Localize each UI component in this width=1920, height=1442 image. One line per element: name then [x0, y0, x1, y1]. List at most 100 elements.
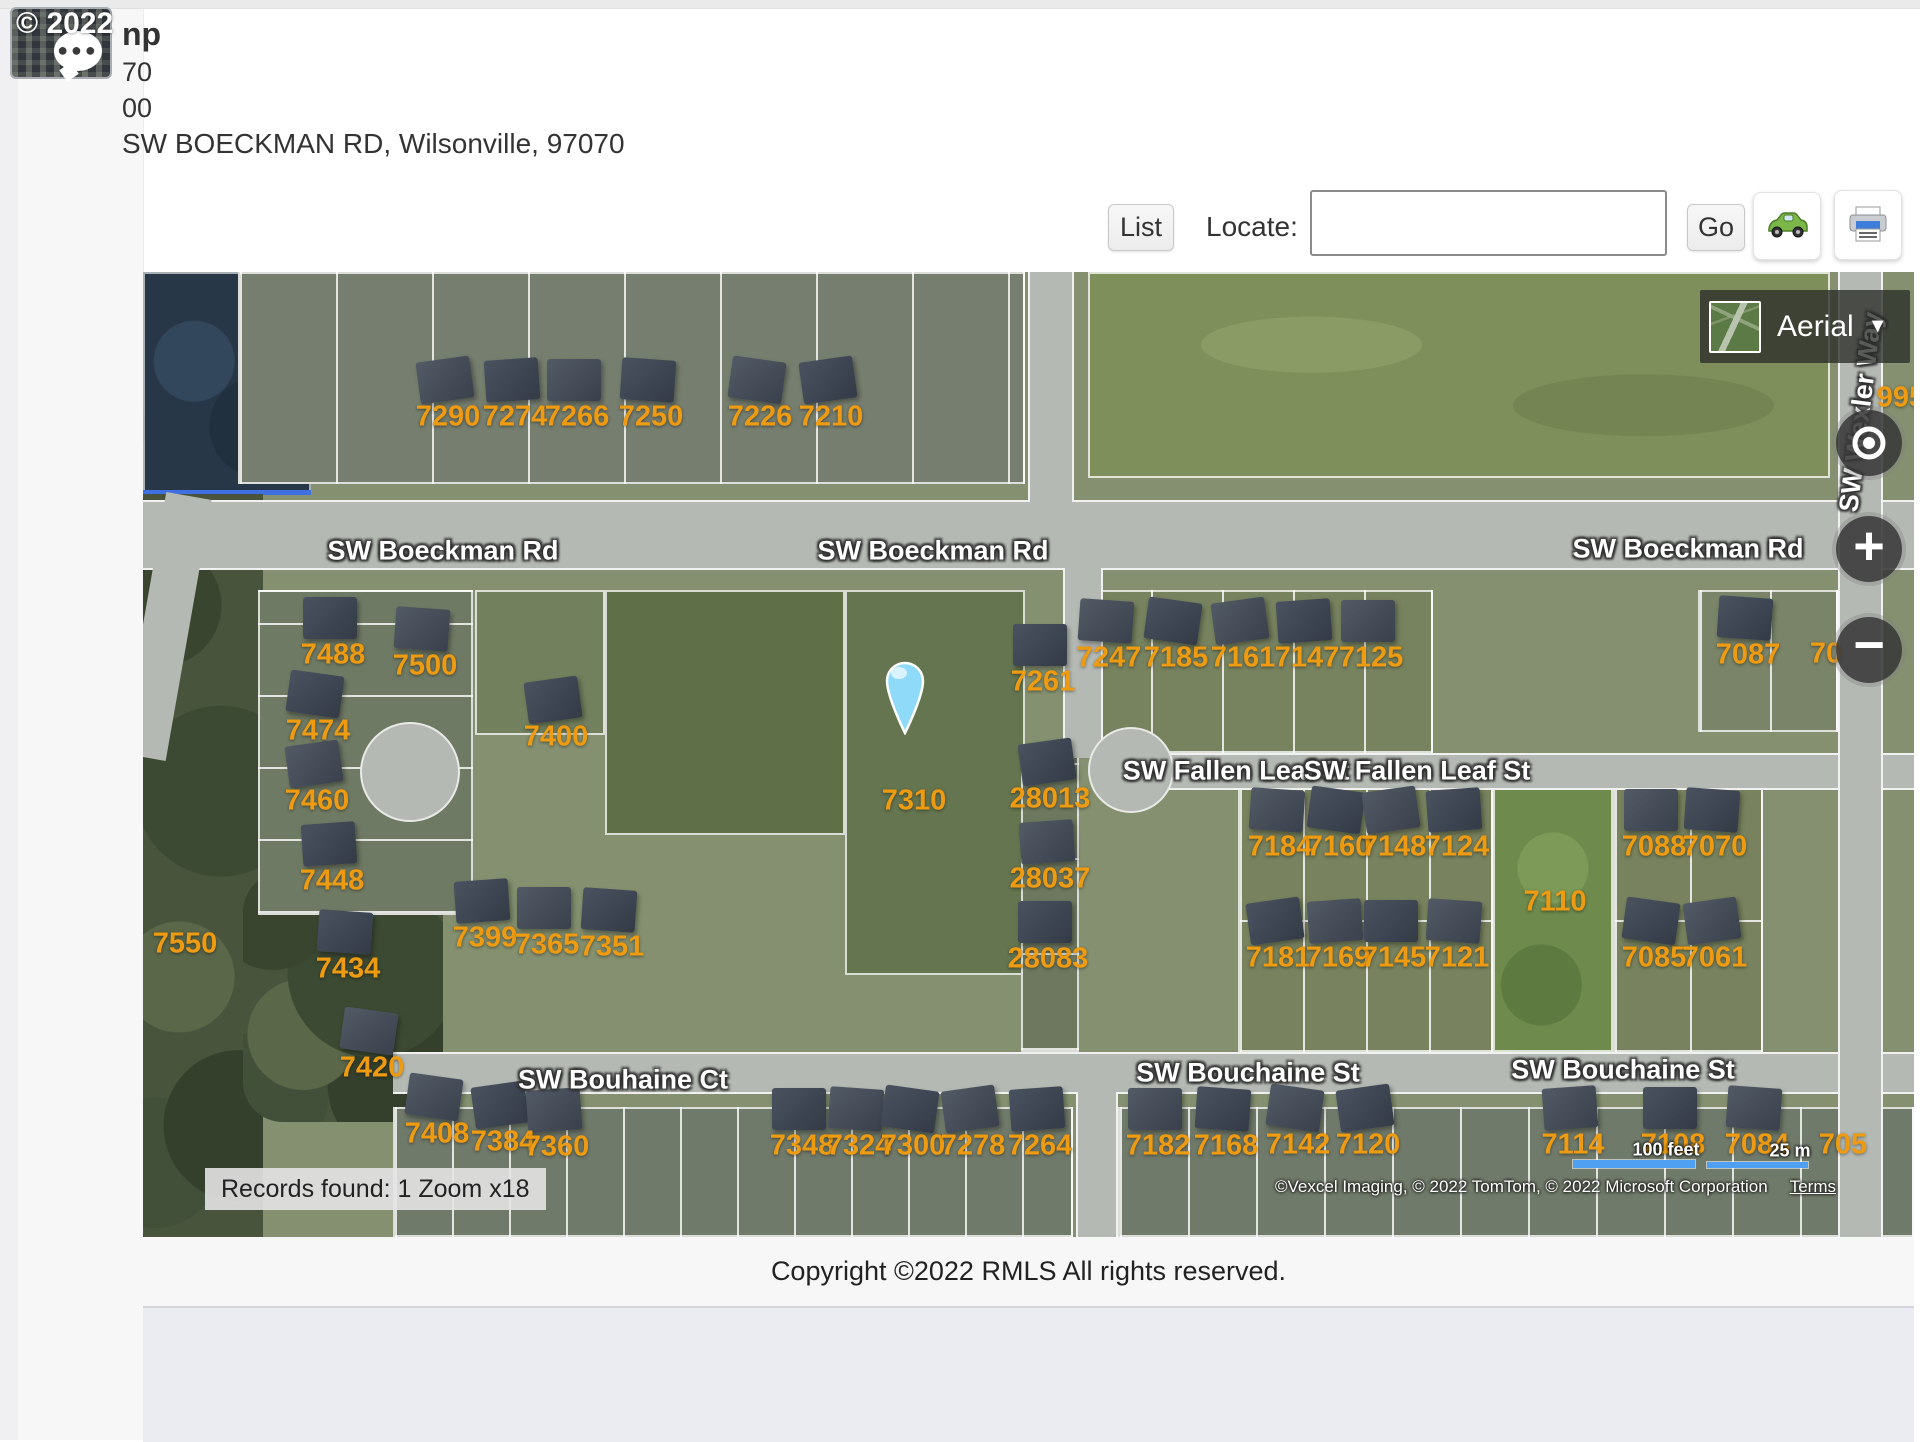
parcel-number: 7348 — [770, 1130, 835, 1163]
parcel-number: 7182 — [1126, 1130, 1191, 1163]
parcel-number: 7087 — [1716, 639, 1781, 672]
park-parcel — [1493, 788, 1613, 1052]
locate-label: Locate: — [1206, 211, 1298, 243]
bullseye-icon — [1849, 423, 1889, 463]
drive-time-button[interactable] — [1753, 192, 1821, 260]
list-button[interactable]: List — [1108, 204, 1174, 251]
map-pin — [883, 659, 927, 740]
zoom-in-button[interactable]: + — [1836, 516, 1902, 582]
house-roof — [1341, 600, 1395, 642]
map-style-thumbnail-icon — [1709, 301, 1761, 353]
parcel-number: 28013 — [1010, 783, 1091, 816]
parcel-block — [605, 590, 845, 835]
parcel-number: 7250 — [619, 401, 684, 434]
parcel-number: 7310 — [882, 785, 947, 818]
house-roof — [317, 909, 374, 955]
house-roof — [1245, 896, 1304, 945]
footer: Copyright ©2022 RMLS All rights reserved… — [143, 1237, 1914, 1306]
house-roof — [303, 597, 357, 639]
parcel-number: 7290 — [416, 401, 481, 434]
parcel-number: 7210 — [799, 401, 864, 434]
parcel-number: 7351 — [580, 931, 645, 964]
street-label: SW Boeckman Rd — [327, 536, 558, 567]
house-roof — [1018, 901, 1072, 943]
parcel-number: 7061 — [1683, 942, 1748, 975]
house-roof — [581, 887, 638, 933]
parcel-number: 7274 — [483, 401, 548, 434]
footer-copyright: Copyright ©2022 RMLS All rights reserved… — [771, 1256, 1286, 1287]
parcel-number: 28083 — [1008, 943, 1089, 976]
parcel-number: 7142 — [1266, 1129, 1331, 1162]
house-roof — [394, 606, 451, 652]
house-roof — [1078, 598, 1135, 644]
page-bottom-area — [143, 1306, 1914, 1442]
parcel-number: 7460 — [285, 785, 350, 818]
house-roof — [404, 1072, 463, 1121]
house-roof — [1210, 596, 1269, 645]
parcel-number: 7148 — [1362, 831, 1427, 864]
parcel-number: 7125 — [1339, 642, 1404, 675]
parcel-number: 7088 — [1622, 831, 1687, 864]
parcel-number: 7266 — [545, 401, 610, 434]
house-roof — [1307, 898, 1364, 944]
top-border-band — [0, 0, 1920, 9]
car-icon — [1765, 211, 1809, 241]
layer-selector[interactable]: Aerial ▼ — [1700, 290, 1910, 363]
house-roof — [940, 1084, 999, 1133]
house-roof — [339, 1006, 398, 1055]
parcel-number: 7247 — [1077, 642, 1142, 675]
chevron-down-icon: ▼ — [1868, 315, 1888, 338]
house-roof — [1364, 900, 1418, 942]
map-canvas[interactable]: SW Boeckman RdSW Boeckman RdSW Boeckman … — [143, 272, 1914, 1237]
parcel-number: 705 — [1819, 1129, 1867, 1162]
logo-watermark: © 2022 — [16, 7, 113, 41]
parcel-number: 7070 — [1683, 831, 1748, 864]
parcel-number: 7408 — [405, 1118, 470, 1151]
bubble-dots: ●●● — [54, 45, 102, 55]
parcel-number: 7121 — [1425, 942, 1490, 975]
parcel-number: 7420 — [340, 1052, 405, 1085]
locate-input[interactable] — [1310, 190, 1667, 256]
house-roof — [1019, 819, 1076, 865]
parcel-number: 995 — [1877, 382, 1914, 415]
parcel-number: 7500 — [393, 650, 458, 683]
house-roof — [1265, 1083, 1324, 1132]
house-roof — [1276, 598, 1333, 644]
parcel-number: 7365 — [515, 929, 580, 962]
zoom-out-button[interactable]: − — [1836, 617, 1902, 683]
culdesac-bulb — [360, 722, 460, 822]
records-status: Records found: 1 Zoom x18 — [205, 1168, 546, 1210]
street-label: SW Bouchaine St — [1136, 1058, 1360, 1089]
parcel-number: 7181 — [1246, 942, 1311, 975]
street-label: SW Bouhaine Ct — [518, 1065, 728, 1096]
house-roof — [828, 1086, 885, 1132]
road-vertical — [1028, 272, 1074, 502]
layer-selector-label: Aerial — [1777, 310, 1854, 344]
house-roof — [1643, 1087, 1697, 1129]
parcel-number: 7161 — [1211, 642, 1276, 675]
map-attribution: ©Vexcel Imaging, © 2022 TomTom, © 2022 M… — [1275, 1177, 1836, 1197]
house-roof — [727, 355, 786, 404]
parcel-number: 7399 — [453, 922, 518, 955]
mini-map-thumbnail[interactable]: ●●● © 2022 — [10, 7, 112, 79]
house-roof — [772, 1088, 826, 1130]
left-gutter — [0, 0, 18, 1440]
house-roof — [1017, 737, 1076, 786]
parcel-number: 7488 — [301, 639, 366, 672]
house-roof — [454, 878, 511, 924]
terms-link[interactable]: Terms — [1790, 1177, 1836, 1197]
printer-icon — [1846, 205, 1890, 245]
house-roof — [1726, 1085, 1783, 1131]
house-roof — [1195, 1086, 1252, 1132]
print-button[interactable] — [1834, 190, 1902, 260]
house-roof — [1684, 787, 1741, 833]
go-button[interactable]: Go — [1687, 204, 1745, 251]
house-roof — [1143, 596, 1202, 645]
locate-me-button[interactable] — [1836, 410, 1902, 476]
scale-feet-bar — [1573, 1160, 1695, 1168]
house-roof — [1624, 789, 1678, 831]
house-roof — [1009, 1086, 1066, 1132]
left-sidebar — [18, 0, 144, 1440]
house-roof — [880, 1084, 939, 1133]
parcel-number: 7400 — [524, 721, 589, 754]
